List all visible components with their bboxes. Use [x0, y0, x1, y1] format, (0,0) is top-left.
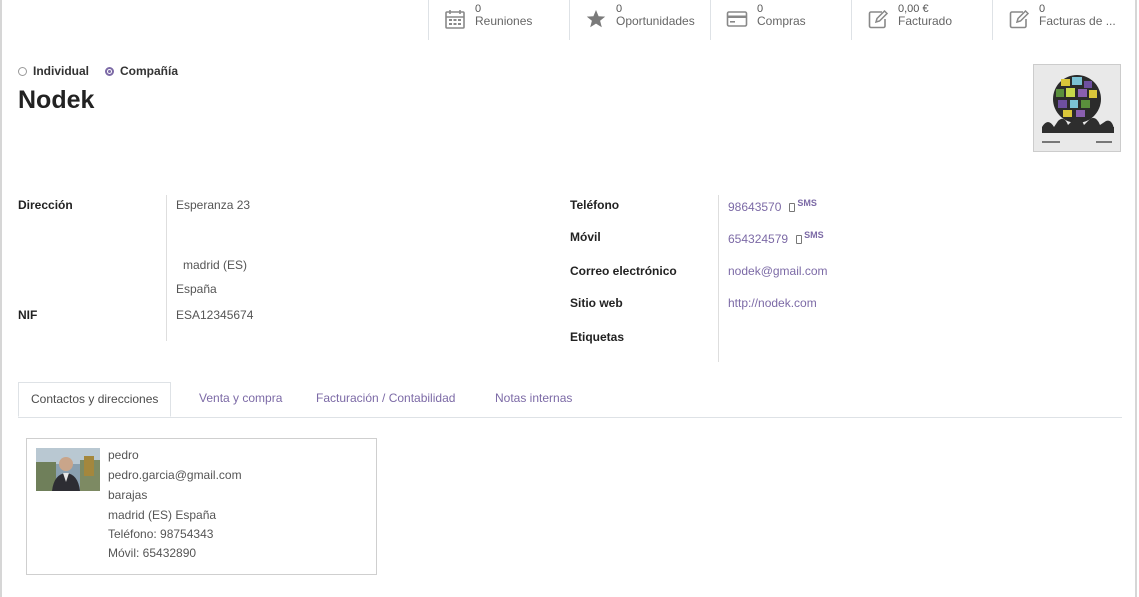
website-field[interactable]: http://nodek.com: [728, 296, 817, 310]
company-label[interactable]: Compañía: [120, 64, 178, 78]
contact-card[interactable]: pedro pedro.garcia@gmail.com barajas mad…: [26, 438, 377, 575]
edit-icon: [1008, 8, 1030, 30]
city-state-field[interactable]: madrid (ES): [183, 258, 247, 272]
country-field[interactable]: España: [176, 282, 217, 296]
contact-photo: [36, 448, 100, 491]
tags-field[interactable]: [728, 330, 928, 346]
contact-city: madrid (ES) España: [108, 508, 217, 522]
tab-internal-notes[interactable]: Notas internas: [495, 382, 572, 417]
edit-icon: [867, 8, 889, 30]
phone-field[interactable]: 98643570: [728, 200, 781, 214]
contact-phone: Teléfono: 98754343: [108, 527, 214, 541]
logo-artwork: [1034, 65, 1120, 151]
meetings-button[interactable]: 0 Reuniones: [428, 0, 569, 40]
credit-card-icon: [726, 8, 748, 30]
contact-street: barajas: [108, 488, 148, 502]
website-label: Sitio web: [570, 296, 623, 310]
mobile-phone-icon: [789, 203, 796, 213]
email-field[interactable]: nodek@gmail.com: [728, 264, 828, 278]
contact-mobile: Móvil: 65432890: [108, 546, 197, 560]
meetings-label: Reuniones: [475, 14, 533, 28]
individual-radio[interactable]: [18, 66, 27, 76]
company-type-selector: Individual Compañía: [18, 64, 194, 78]
contact-avatar: [36, 448, 100, 491]
mobile-field[interactable]: 654324579: [728, 232, 788, 246]
company-logo-image[interactable]: [1033, 64, 1121, 152]
tab-invoicing-accounting[interactable]: Facturación / Contabilidad: [316, 382, 455, 417]
address-label: Dirección: [18, 198, 73, 212]
mobile-sms-button[interactable]: SMS: [804, 230, 824, 240]
company-radio[interactable]: [105, 66, 115, 76]
vendor-bills-button[interactable]: 0 Facturas de ...: [992, 0, 1133, 40]
left-group-divider: [166, 195, 167, 341]
opportunities-label: Oportunidades: [616, 14, 695, 28]
individual-label[interactable]: Individual: [33, 64, 89, 78]
notebook-tabs: Contactos y direcciones Venta y compra F…: [18, 382, 1122, 418]
vat-field[interactable]: ESA12345674: [176, 308, 253, 322]
vat-label: NIF: [18, 308, 38, 322]
mobile-phone-icon: [796, 235, 803, 245]
vendor-bills-label: Facturas de ...: [1039, 14, 1116, 28]
invoiced-label: Facturado: [898, 14, 953, 28]
mobile-label: Móvil: [570, 230, 601, 244]
tags-label: Etiquetas: [570, 330, 625, 344]
email-label: Correo electrónico: [570, 264, 677, 278]
tab-sales-purchase[interactable]: Venta y compra: [199, 382, 282, 417]
star-icon: [585, 8, 607, 30]
phone-sms-button[interactable]: SMS: [797, 198, 817, 208]
invoiced-button[interactable]: 0,00 € Facturado: [851, 0, 992, 40]
contact-email[interactable]: pedro.garcia@gmail.com: [108, 468, 242, 482]
contact-name: pedro: [108, 448, 139, 462]
phone-label: Teléfono: [570, 198, 620, 212]
purchases-button[interactable]: 0 Compras: [710, 0, 851, 40]
tab-contacts-addresses[interactable]: Contactos y direcciones: [18, 382, 172, 417]
street-field[interactable]: Esperanza 23: [176, 198, 250, 212]
opportunities-button[interactable]: 0 Oportunidades: [569, 0, 710, 40]
partner-name[interactable]: Nodek: [18, 86, 94, 115]
purchases-label: Compras: [757, 14, 806, 28]
smart-buttons-bar: 0 Reuniones 0 Oportunidades 0 Compras 0,…: [428, 0, 1133, 40]
calendar-icon: [444, 8, 466, 30]
right-group-divider: [718, 195, 719, 362]
